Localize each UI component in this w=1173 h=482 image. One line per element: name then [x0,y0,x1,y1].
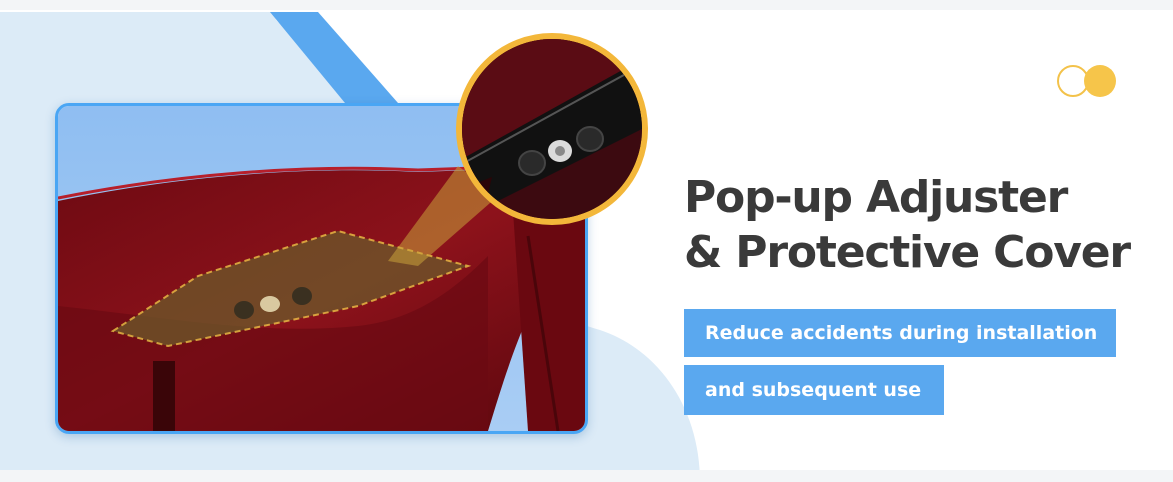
toggle-dots-icon [1057,65,1116,97]
feature-tag-1: Reduce accidents during installation [684,309,1116,357]
headline-line-2: & Protective Cover [684,227,1131,278]
headline: Pop-up Adjuster & Protective Cover [684,170,1154,280]
zoom-detail-circle [456,33,648,225]
headline-line-1: Pop-up Adjuster [684,172,1068,223]
feature-tag-2: and subsequent use [684,365,944,415]
product-banner: Pop-up Adjuster & Protective Cover Reduc… [0,0,1173,482]
